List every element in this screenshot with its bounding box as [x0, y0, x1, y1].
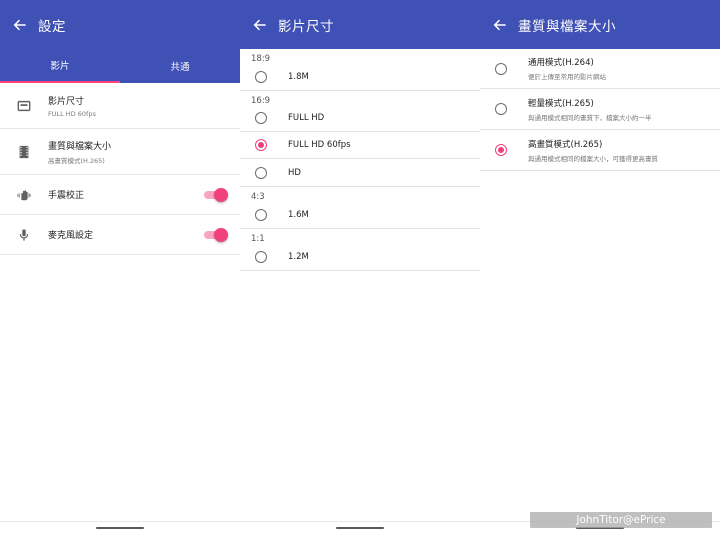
back-button[interactable]	[240, 0, 278, 49]
settings-item-video-size[interactable]: 影片尺寸 FULL HD 60fps	[0, 83, 240, 129]
settings-item-microphone[interactable]: 麥克風設定	[0, 215, 240, 255]
tab-video[interactable]: 影片	[0, 49, 120, 83]
settings-item-title: 影片尺寸	[48, 96, 85, 107]
quality-screen: 畫質與檔案大小 通用模式(H.264) 便於上傳至常用的影片網站 輕量模式(H.…	[480, 0, 720, 533]
ratio-label: 18:9	[251, 54, 271, 64]
size-option-hd[interactable]: HD	[240, 159, 480, 186]
radio-button-selected[interactable]	[495, 144, 507, 156]
tab-bar: 影片 共通	[0, 49, 240, 83]
ratio-group-16-9: 16:9 FULL HD FULL HD 60fps HD	[240, 91, 480, 187]
ratio-label: 4:3	[251, 192, 265, 202]
shaky-hand-icon	[0, 188, 48, 202]
option-title: 輕量模式(H.265)	[528, 98, 594, 109]
back-arrow-icon	[493, 19, 506, 30]
aspect-ratio-icon	[0, 99, 48, 113]
back-button[interactable]	[480, 0, 518, 49]
stabilization-toggle[interactable]	[204, 187, 228, 202]
option-label: HD	[288, 167, 301, 178]
option-description: 與通用模式相同的畫質下，檔案大小約一半	[528, 113, 652, 122]
settings-item-title: 麥克風設定	[48, 231, 94, 241]
ratio-label: 16:9	[251, 96, 271, 106]
settings-item-subtitle: FULL HD 60fps	[48, 109, 96, 118]
radio-button[interactable]	[495, 103, 507, 115]
option-label: 1.2M	[288, 251, 309, 262]
option-description: 與通用模式相同的檔案大小，可獲得更高畫質	[528, 154, 658, 163]
home-handle[interactable]	[336, 527, 384, 529]
page-title: 畫質與檔案大小	[518, 18, 616, 35]
option-label: 1.8M	[288, 71, 309, 82]
app-bar: 影片尺寸	[240, 0, 480, 49]
watermark: JohnTitor@ePrice	[530, 512, 712, 528]
size-option-1-2m[interactable]: 1.2M	[240, 243, 480, 270]
size-option-1-8m[interactable]: 1.8M	[240, 63, 480, 90]
back-arrow-icon	[253, 19, 266, 30]
ratio-group-4-3: 4:3 1.6M	[240, 187, 480, 229]
option-label: FULL HD	[288, 113, 325, 123]
radio-button[interactable]	[255, 112, 267, 124]
settings-item-stabilization[interactable]: 手震校正	[0, 175, 240, 215]
app-bar: 畫質與檔案大小	[480, 0, 720, 49]
film-strip-icon	[0, 145, 48, 159]
radio-button[interactable]	[255, 70, 267, 83]
settings-item-title: 畫質與檔案大小	[48, 141, 112, 152]
radio-button[interactable]	[255, 250, 267, 263]
option-title: 高畫質模式(H.265)	[528, 139, 603, 150]
option-description: 便於上傳至常用的影片網站	[528, 73, 606, 81]
radio-button-selected[interactable]	[255, 139, 267, 151]
radio-button[interactable]	[495, 62, 507, 75]
quality-option-standard[interactable]: 通用模式(H.264) 便於上傳至常用的影片網站	[480, 49, 720, 89]
app-bar: 設定	[0, 0, 240, 49]
size-option-full-hd[interactable]: FULL HD	[240, 105, 480, 132]
page-title: 影片尺寸	[278, 18, 334, 35]
option-title: 通用模式(H.264)	[528, 58, 594, 68]
settings-item-subtitle: 高畫質模式(H.265)	[48, 156, 105, 165]
toggle-thumb	[214, 227, 228, 242]
ratio-group-1-1: 1:1 1.2M	[240, 229, 480, 271]
system-nav-bar	[0, 521, 240, 533]
back-button[interactable]	[0, 0, 38, 49]
video-size-screen: 影片尺寸 18:9 1.8M 16:9 FULL HD FULL HD 60fp…	[240, 0, 480, 533]
option-label: 1.6M	[288, 209, 309, 220]
ratio-label: 1:1	[251, 234, 265, 244]
microphone-icon	[0, 228, 48, 242]
radio-button[interactable]	[255, 166, 267, 179]
size-option-1-6m[interactable]: 1.6M	[240, 201, 480, 228]
settings-item-quality[interactable]: 畫質與檔案大小 高畫質模式(H.265)	[0, 129, 240, 175]
radio-button[interactable]	[255, 208, 267, 221]
settings-screen: 設定 影片 共通 影片尺寸 FULL HD 60fps 畫質與檔案大小 高畫質模…	[0, 0, 240, 533]
quality-option-light[interactable]: 輕量模式(H.265) 與通用模式相同的畫質下，檔案大小約一半	[480, 89, 720, 130]
size-option-full-hd-60fps[interactable]: FULL HD 60fps	[240, 132, 480, 159]
option-label: FULL HD 60fps	[288, 140, 351, 150]
home-handle[interactable]	[96, 527, 144, 529]
microphone-toggle[interactable]	[204, 227, 228, 242]
ratio-group-18-9: 18:9 1.8M	[240, 49, 480, 91]
toggle-thumb	[214, 187, 228, 202]
system-nav-bar	[240, 521, 480, 533]
back-arrow-icon	[13, 19, 26, 30]
page-title: 設定	[38, 18, 66, 35]
settings-item-title: 手震校正	[48, 191, 85, 201]
quality-option-high[interactable]: 高畫質模式(H.265) 與通用模式相同的檔案大小，可獲得更高畫質	[480, 130, 720, 171]
tab-common[interactable]: 共通	[120, 49, 240, 83]
